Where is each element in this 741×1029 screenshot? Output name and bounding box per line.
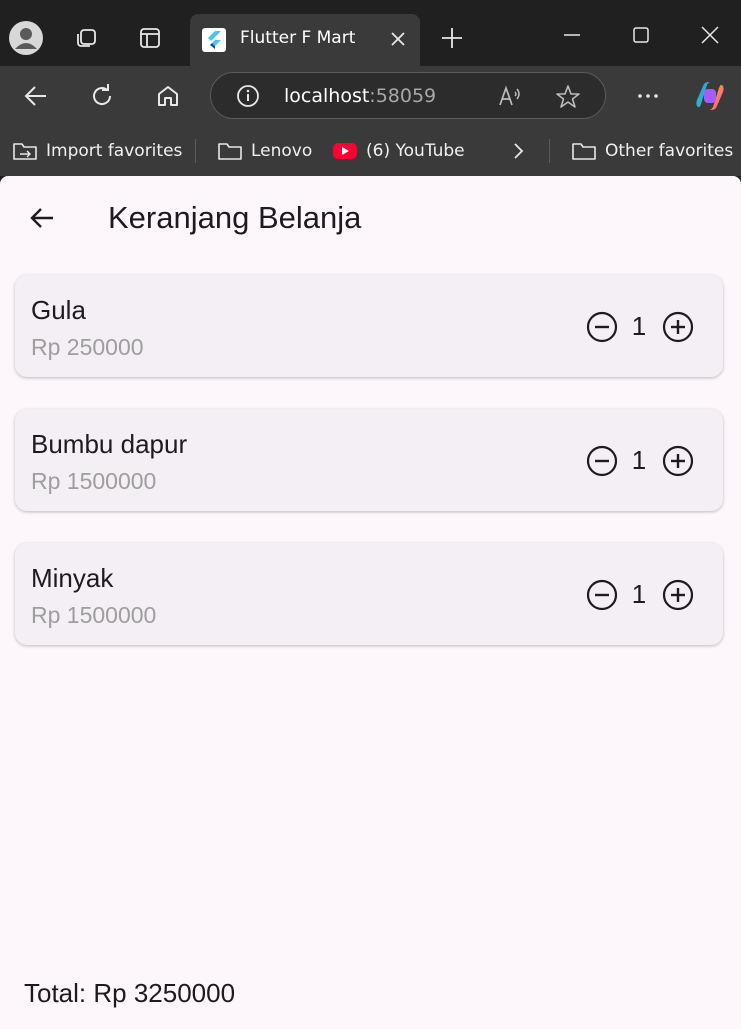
favorite-label: Other favorites	[605, 141, 734, 161]
increase-quantity-button[interactable]	[661, 444, 695, 478]
url-port: :58059	[369, 85, 437, 107]
favorite-lenovo[interactable]: Lenovo	[217, 138, 312, 164]
item-price: Rp 1500000	[31, 602, 157, 628]
star-icon[interactable]	[555, 84, 581, 110]
settings-more-button[interactable]	[630, 78, 666, 114]
cart-item: Gula Rp 250000 1	[15, 275, 723, 377]
decrease-quantity-button[interactable]	[585, 444, 619, 478]
tab-title: Flutter F Mart	[240, 28, 356, 48]
browser-navbar: localhost:58059	[0, 66, 741, 126]
plus-icon	[442, 28, 462, 48]
favorite-label: (6) YouTube	[366, 141, 465, 161]
item-name: Gula	[31, 295, 86, 325]
browser-titlebar: Flutter F Mart	[0, 0, 741, 66]
decrease-quantity-button[interactable]	[585, 310, 619, 344]
favorite-label: Lenovo	[251, 141, 313, 161]
url-text[interactable]: localhost:58059	[284, 85, 436, 107]
app-viewport: Keranjang Belanja Gula Rp 250000 1 Bumbu…	[0, 176, 741, 1029]
close-tab-icon[interactable]	[386, 27, 410, 51]
favorite-import[interactable]: Import favorites	[12, 138, 182, 164]
maximize-button[interactable]	[621, 20, 661, 50]
folder-icon	[572, 143, 596, 160]
workspaces-button[interactable]	[66, 16, 106, 60]
plus-circle-icon	[662, 579, 694, 611]
profile-icon	[9, 21, 43, 55]
item-quantity: 1	[631, 445, 647, 475]
favorite-label: Import favorites	[46, 141, 183, 161]
favorites-divider	[195, 139, 196, 163]
minimize-button[interactable]	[552, 20, 592, 50]
more-horizontal-icon	[638, 94, 658, 98]
favorites-divider	[549, 139, 550, 163]
favorites-bar: Import favorites Lenovo (6) YouTube Othe…	[0, 126, 741, 176]
address-bar[interactable]: localhost:58059	[210, 72, 606, 119]
new-tab-button[interactable]	[432, 16, 472, 60]
cart-item: Bumbu dapur Rp 1500000 1	[15, 409, 723, 511]
url-host: localhost	[284, 85, 370, 107]
favorite-other[interactable]: Other favorites	[571, 138, 733, 164]
minus-circle-icon	[586, 579, 618, 611]
minus-circle-icon	[586, 311, 618, 343]
item-quantity: 1	[631, 311, 647, 341]
arrow-left-icon	[24, 86, 46, 106]
cart-total: Total: Rp 3250000	[24, 978, 236, 1008]
home-icon	[158, 86, 178, 106]
close-icon	[701, 26, 719, 44]
copilot-icon	[696, 82, 724, 110]
arrow-left-icon	[30, 208, 53, 228]
increase-quantity-button[interactable]	[661, 310, 695, 344]
import-icon	[13, 143, 37, 160]
youtube-icon	[333, 143, 357, 159]
cart-item: Minyak Rp 1500000 1	[15, 543, 723, 645]
plus-circle-icon	[662, 311, 694, 343]
maximize-icon	[633, 27, 649, 43]
refresh-button[interactable]	[84, 78, 120, 114]
back-button[interactable]	[18, 78, 54, 114]
plus-circle-icon	[662, 445, 694, 477]
item-price: Rp 1500000	[31, 468, 157, 494]
minus-circle-icon	[586, 445, 618, 477]
item-name: Bumbu dapur	[31, 429, 188, 459]
item-quantity: 1	[631, 579, 647, 609]
tab-actions-icon	[140, 28, 160, 48]
workspaces-icon	[77, 29, 96, 47]
tab-flutter-f-mart[interactable]: Flutter F Mart	[190, 14, 420, 66]
home-button[interactable]	[150, 78, 186, 114]
decrease-quantity-button[interactable]	[585, 578, 619, 612]
copilot-button[interactable]	[692, 78, 728, 114]
read-aloud-icon[interactable]	[497, 84, 523, 108]
flutter-logo-icon	[202, 28, 226, 52]
info-icon[interactable]	[236, 84, 260, 108]
increase-quantity-button[interactable]	[661, 578, 695, 612]
profile-button[interactable]	[6, 16, 46, 60]
refresh-icon	[93, 84, 112, 105]
close-window-button[interactable]	[690, 20, 730, 50]
favorite-youtube[interactable]: (6) YouTube	[332, 138, 465, 164]
vertical-tabs-button[interactable]	[130, 16, 170, 60]
chevron-right-icon	[514, 143, 524, 159]
item-price: Rp 250000	[31, 334, 144, 360]
app-back-button[interactable]	[24, 200, 60, 236]
item-name: Minyak	[31, 563, 114, 593]
more-favorites-button[interactable]	[500, 133, 536, 169]
folder-icon	[218, 143, 242, 160]
minimize-icon	[564, 34, 580, 36]
page-title: Keranjang Belanja	[108, 200, 362, 235]
